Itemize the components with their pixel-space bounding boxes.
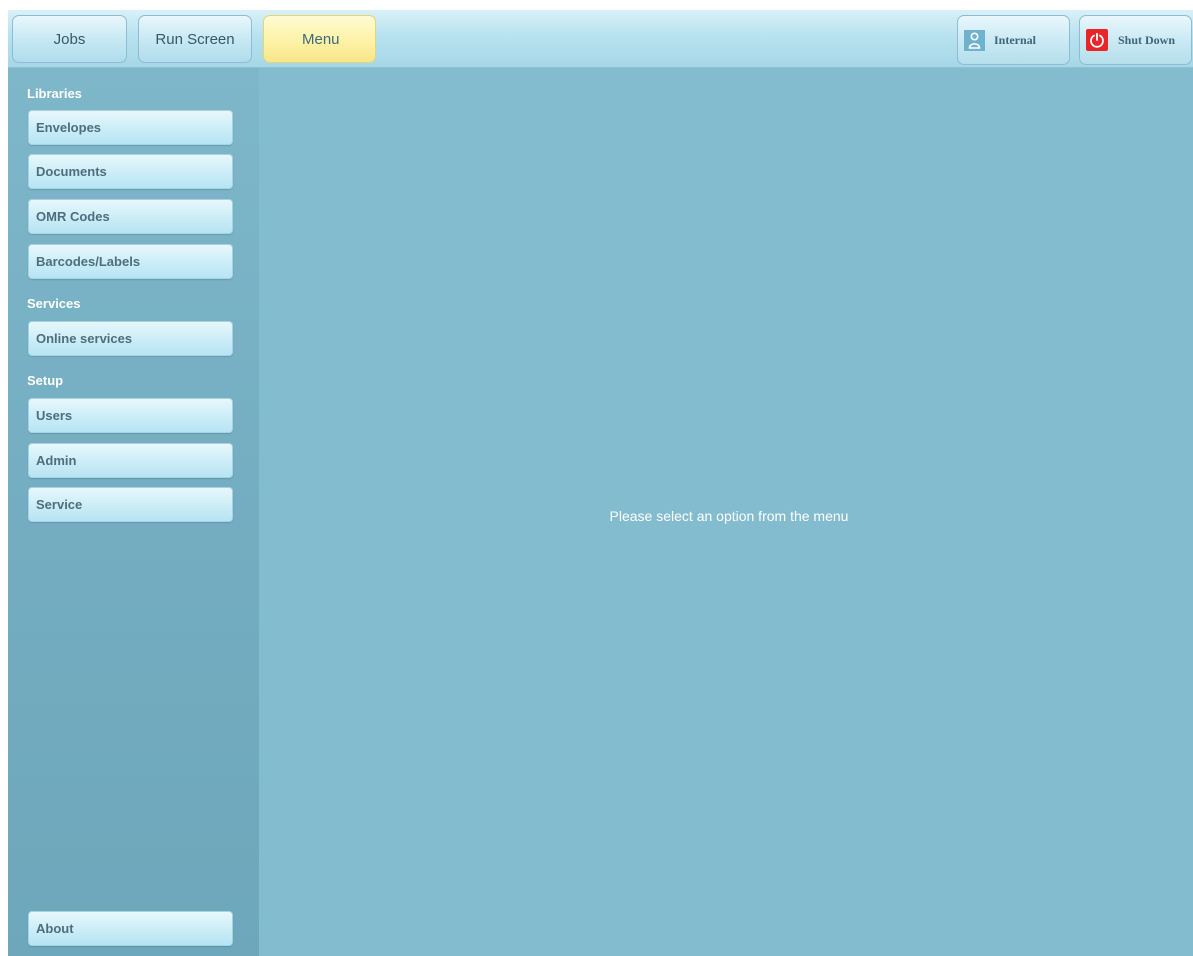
sidebar-item-documents[interactable]: Documents — [28, 154, 233, 189]
sidebar-item-label: Users — [36, 408, 73, 423]
tab-menu-label: Menu — [302, 30, 340, 48]
tab-jobs-label: Jobs — [53, 30, 86, 48]
shutdown-button[interactable]: Shut Down — [1079, 15, 1192, 65]
sidebar-menu: Libraries Envelopes Documents OMR Codes … — [8, 68, 259, 956]
tab-menu[interactable]: Menu — [263, 15, 376, 63]
sidebar-item-service[interactable]: Service — [28, 487, 233, 522]
tab-run-screen-label: Run Screen — [155, 30, 235, 48]
shutdown-button-label: Shut Down — [1118, 32, 1176, 47]
about-button[interactable]: About — [28, 911, 233, 946]
user-button-label: Internal — [994, 32, 1036, 47]
sidebar-item-label: OMR Codes — [36, 209, 110, 224]
about-button-label: About — [36, 921, 74, 936]
section-services-title: Services — [27, 296, 81, 311]
section-libraries-title: Libraries — [27, 86, 82, 101]
sidebar-item-label: Admin — [36, 453, 77, 468]
sidebar-item-label: Envelopes — [36, 120, 102, 135]
sidebar-item-envelopes[interactable]: Envelopes — [28, 110, 233, 145]
sidebar-item-online-services[interactable]: Online services — [28, 321, 233, 356]
sidebar-item-omr-codes[interactable]: OMR Codes — [28, 199, 233, 234]
sidebar-item-barcodes-labels[interactable]: Barcodes/Labels — [28, 244, 233, 279]
power-icon — [1086, 29, 1108, 51]
main-content-area: Please select an option from the menu — [259, 68, 1193, 956]
section-setup-title: Setup — [27, 373, 64, 388]
tab-run-screen[interactable]: Run Screen — [138, 15, 252, 63]
tab-jobs[interactable]: Jobs — [12, 15, 127, 63]
sidebar-item-label: Service — [36, 497, 83, 512]
sidebar-item-users[interactable]: Users — [28, 398, 233, 433]
empty-state-message: Please select an option from the menu — [609, 508, 849, 524]
sidebar-item-label: Online services — [36, 331, 133, 346]
sidebar-item-admin[interactable]: Admin — [28, 443, 233, 478]
user-button[interactable]: Internal — [957, 15, 1070, 65]
top-toolbar: Jobs Run Screen Menu Internal Shut Down — [8, 10, 1193, 68]
sidebar-item-label: Documents — [36, 164, 107, 179]
sidebar-item-label: Barcodes/Labels — [36, 254, 141, 269]
user-icon — [964, 29, 985, 51]
app-window: Jobs Run Screen Menu Internal Shut Down … — [0, 0, 1193, 956]
